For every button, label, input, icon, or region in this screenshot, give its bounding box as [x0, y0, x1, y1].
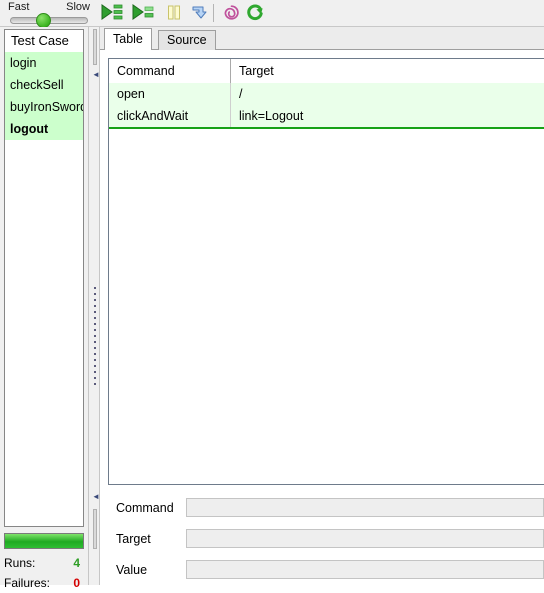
editor-input-target[interactable]	[186, 529, 544, 548]
editor-field-row: Value	[108, 559, 544, 580]
table-row[interactable]: clickAndWait link=Logout	[109, 105, 544, 127]
vertical-splitter[interactable]: ◄ ◄	[88, 27, 100, 585]
test-case-list[interactable]: Test Case login checkSell buyIronSword logo…	[4, 29, 84, 527]
test-case-list-header: Test Case	[5, 30, 83, 52]
editor-label-command: Command	[116, 500, 174, 515]
slider-slow-label: Slow	[66, 1, 90, 13]
editor-field-row: Command	[108, 497, 544, 518]
stat-label: Failures:	[4, 576, 51, 590]
rollup-spiral-icon	[223, 4, 240, 24]
test-case-item[interactable]: login	[5, 52, 83, 74]
editor-input-command[interactable]	[186, 498, 544, 517]
editor-label-target: Target	[116, 531, 151, 546]
splitter-bar-top[interactable]	[93, 29, 97, 65]
editor-field-row: Target	[108, 528, 544, 549]
cell-command[interactable]: open	[109, 83, 231, 105]
slider-fast-label: Fast	[8, 1, 30, 13]
step-icon	[191, 4, 209, 23]
splitter-grip-dots	[94, 287, 96, 387]
pause-icon	[167, 5, 181, 23]
stat-value: 0	[73, 576, 80, 590]
rollup-button[interactable]	[219, 3, 243, 24]
stat-row: Failures: 0	[4, 573, 84, 593]
pause-button[interactable]	[162, 3, 186, 24]
tab-table[interactable]: Table	[104, 28, 152, 50]
stat-value: 4	[73, 556, 80, 570]
slider-thumb[interactable]	[36, 13, 51, 28]
command-table[interactable]: Command Target open / clickAndWait link=Log…	[108, 58, 544, 485]
tab-strip: Table Source	[100, 27, 544, 50]
command-table-header: Command Target	[109, 59, 544, 83]
run-all-tests-button[interactable]	[100, 3, 124, 24]
command-editor: Command Target Value	[108, 497, 544, 590]
test-case-item[interactable]: logout	[5, 118, 83, 140]
editor-input-value[interactable]	[186, 560, 544, 579]
command-table-rows[interactable]: open / clickAndWait link=Logout	[109, 83, 544, 129]
stat-row: Runs: 4	[4, 553, 84, 573]
record-circular-arrow-icon	[246, 3, 264, 24]
main-panel: Table Source Command Target open / clickAnd…	[100, 27, 544, 585]
cell-target[interactable]: link=Logout	[231, 105, 544, 127]
progress-bar	[4, 533, 84, 549]
run-current-test-button[interactable]	[131, 3, 155, 24]
test-case-items[interactable]: login checkSell buyIronSword logout	[5, 52, 83, 140]
column-header-target: Target	[239, 64, 274, 78]
splitter-collapse-left-icon[interactable]: ◄	[92, 71, 100, 79]
splitter-bar-bottom[interactable]	[93, 509, 97, 549]
slider-labels: Fast Slow	[8, 1, 90, 13]
table-row[interactable]: open /	[109, 83, 544, 105]
step-button[interactable]	[188, 3, 212, 24]
cell-command[interactable]: clickAndWait	[109, 105, 231, 127]
column-header-command: Command	[109, 59, 231, 83]
sidebar: Test Case login checkSell buyIronSword logo…	[0, 27, 88, 590]
execution-speed-slider[interactable]: Fast Slow	[8, 1, 90, 28]
play-all-icon	[101, 4, 123, 23]
cell-target[interactable]: /	[231, 83, 544, 105]
record-button[interactable]	[243, 3, 267, 24]
editor-label-value: Value	[116, 562, 148, 577]
test-case-item[interactable]: checkSell	[5, 74, 83, 96]
tab-source[interactable]: Source	[158, 30, 216, 50]
run-statistics: Runs: 4 Failures: 0	[4, 553, 84, 593]
toolbar: Fast Slow	[0, 0, 544, 28]
test-case-item[interactable]: buyIronSword	[5, 96, 83, 118]
splitter-collapse-left-icon-bottom[interactable]: ◄	[92, 493, 100, 501]
stat-label: Runs:	[4, 556, 36, 570]
toolbar-separator	[213, 4, 214, 22]
play-current-icon	[132, 4, 154, 23]
